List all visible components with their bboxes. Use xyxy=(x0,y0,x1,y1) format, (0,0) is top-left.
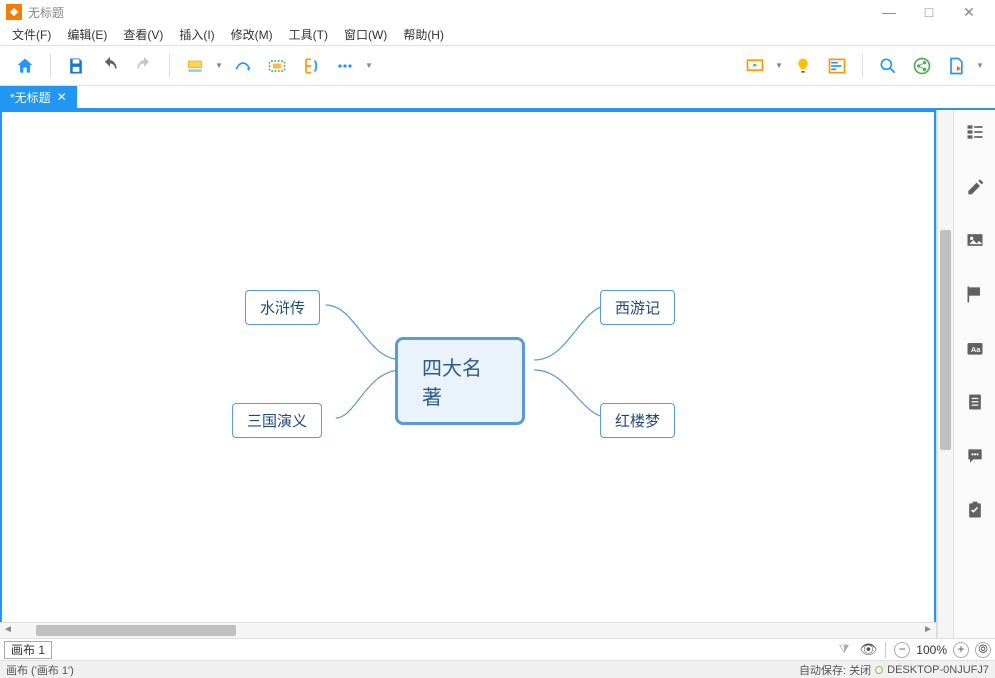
app-logo-icon xyxy=(6,4,22,20)
filter-icon[interactable]: ⧩ xyxy=(839,642,850,657)
autosave-status: 自动保存: 关闭 xyxy=(799,662,871,678)
side-panel: Aa xyxy=(953,110,995,638)
minimize-button[interactable]: — xyxy=(869,0,909,24)
central-topic[interactable]: 四大名著 xyxy=(395,337,525,425)
presentation-dropdown[interactable]: ▼ xyxy=(774,61,784,70)
search-button[interactable] xyxy=(873,51,903,81)
node-br[interactable]: 红楼梦 xyxy=(600,403,675,438)
topic-dropdown[interactable]: ▼ xyxy=(214,61,224,70)
gantt-button[interactable] xyxy=(822,51,852,81)
home-button[interactable] xyxy=(10,51,40,81)
menu-tools[interactable]: 工具(T) xyxy=(281,26,336,43)
scroll-left-icon[interactable]: ◄ xyxy=(0,623,16,638)
scroll-right-icon[interactable]: ► xyxy=(920,623,936,638)
canvas-sheet-tab[interactable]: 画布 1 xyxy=(4,641,52,659)
connection-status-icon xyxy=(875,666,883,674)
vertical-scrollbar[interactable] xyxy=(937,110,953,638)
toolbar: ▼ ▼ ▼ ▼ xyxy=(0,46,995,86)
topic-button[interactable] xyxy=(180,51,210,81)
more-dropdown[interactable]: ▼ xyxy=(364,61,374,70)
node-tr[interactable]: 西游记 xyxy=(600,290,675,325)
canvas-area[interactable]: 四大名著 水浒传 西游记 三国演义 红楼梦 ◄ ► xyxy=(0,110,937,638)
zoom-fit-button[interactable]: ⦾ xyxy=(975,642,991,658)
image-panel-icon[interactable] xyxy=(963,228,987,252)
share-button[interactable] xyxy=(907,51,937,81)
summary-button[interactable] xyxy=(296,51,326,81)
save-button[interactable] xyxy=(61,51,91,81)
zoom-in-button[interactable]: + xyxy=(953,642,969,658)
more-button[interactable] xyxy=(330,51,360,81)
boundary-button[interactable] xyxy=(262,51,292,81)
tab-bar: *无标题 ✕ xyxy=(0,86,995,110)
menu-window[interactable]: 窗口(W) xyxy=(336,26,395,43)
footer-bar: 画布 ('画布 1') 自动保存: 关闭 DESKTOP-0NJUFJ7 xyxy=(0,660,995,678)
zoom-level: 100% xyxy=(916,643,947,657)
task-panel-icon[interactable] xyxy=(963,498,987,522)
tab-label: *无标题 xyxy=(10,89,51,106)
export-dropdown[interactable]: ▼ xyxy=(975,61,985,70)
menu-file[interactable]: 文件(F) xyxy=(4,26,59,43)
marker-panel-icon[interactable] xyxy=(963,282,987,306)
tab-close-icon[interactable]: ✕ xyxy=(57,90,67,104)
menu-insert[interactable]: 插入(I) xyxy=(171,26,222,43)
menu-view[interactable]: 查看(V) xyxy=(115,26,171,43)
menu-bar: 文件(F) 编辑(E) 查看(V) 插入(I) 修改(M) 工具(T) 窗口(W… xyxy=(0,24,995,46)
document-tab[interactable]: *无标题 ✕ xyxy=(0,86,77,108)
outline-panel-icon[interactable] xyxy=(963,120,987,144)
visibility-icon[interactable]: 👁 xyxy=(860,641,878,658)
horizontal-scrollbar[interactable]: ◄ ► xyxy=(0,622,936,638)
svg-text:Aa: Aa xyxy=(970,345,980,354)
redo-button[interactable] xyxy=(129,51,159,81)
text-panel-icon[interactable]: Aa xyxy=(963,336,987,360)
scroll-v-thumb[interactable] xyxy=(940,230,951,450)
footer-canvas-label: 画布 ('画布 1') xyxy=(6,662,74,678)
zoom-out-button[interactable]: − xyxy=(894,642,910,658)
comments-panel-icon[interactable] xyxy=(963,444,987,468)
menu-modify[interactable]: 修改(M) xyxy=(223,26,281,43)
presentation-button[interactable] xyxy=(740,51,770,81)
relationship-button[interactable] xyxy=(228,51,258,81)
export-button[interactable] xyxy=(941,51,971,81)
maximize-button[interactable]: □ xyxy=(909,0,949,24)
menu-edit[interactable]: 编辑(E) xyxy=(59,26,115,43)
window-title: 无标题 xyxy=(28,4,64,21)
node-tl[interactable]: 水浒传 xyxy=(245,290,320,325)
undo-button[interactable] xyxy=(95,51,125,81)
menu-help[interactable]: 帮助(H) xyxy=(395,26,452,43)
host-name: DESKTOP-0NJUFJ7 xyxy=(887,664,989,676)
title-bar: 无标题 — □ ✕ xyxy=(0,0,995,24)
node-bl[interactable]: 三国演义 xyxy=(232,403,322,438)
format-panel-icon[interactable] xyxy=(963,174,987,198)
notes-panel-icon[interactable] xyxy=(963,390,987,414)
idea-button[interactable] xyxy=(788,51,818,81)
scroll-h-thumb[interactable] xyxy=(36,625,236,636)
status-bar: 画布 1 ⧩ 👁 − 100% + ⦾ xyxy=(0,638,995,660)
close-window-button[interactable]: ✕ xyxy=(949,0,989,24)
